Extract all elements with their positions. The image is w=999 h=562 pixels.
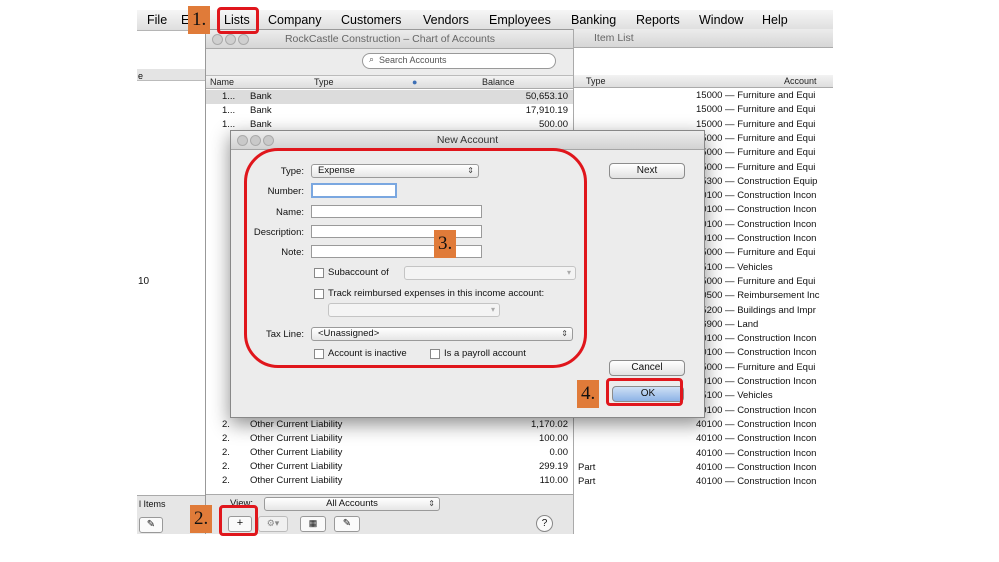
item-account: 16900 — Land [696, 318, 759, 330]
view-select[interactable]: All Accounts ⇕ [264, 497, 440, 511]
item-account: 15000 — Furniture and Equi [696, 147, 816, 159]
edit-account-button[interactable]: ✎ [334, 516, 360, 532]
coa-footer: View: All Accounts ⇕ + ⚙▾ ▦ ✎ ? [206, 494, 574, 534]
table-row[interactable]: 2. Other Current Liability 0.00 [206, 446, 574, 460]
item-account: 40100 — Construction Incon [696, 204, 817, 216]
step-4-badge: 4. [577, 380, 600, 408]
item-account: 15000 — Furniture and Equi [696, 104, 816, 116]
item-account: 40100 — Construction Incon [696, 233, 817, 244]
step-3-badge: 3. [434, 230, 457, 258]
item-account: 40100 — Construction Incon [696, 433, 817, 445]
item-account: 40100 — Construction Incon [696, 347, 817, 359]
question-icon: ? [541, 518, 548, 529]
step-1-badge: 1. [188, 6, 211, 34]
cancel-button[interactable]: Cancel [609, 360, 685, 376]
item-account: 40100 — Construction Incon [696, 418, 817, 430]
item-account: 15000 — Furniture and Equi [696, 361, 816, 373]
menu-vendors[interactable]: Vendors [423, 13, 469, 27]
menu-banking[interactable]: Banking [571, 13, 616, 27]
item-account: 15200 — Buildings and Impr [696, 304, 816, 316]
item-account: 40100 — Construction Incon [696, 218, 817, 230]
table-row[interactable]: 2. Other Current Liability 299.19 [206, 460, 574, 474]
left-panel-header [137, 69, 205, 81]
help-button[interactable]: ? [536, 515, 553, 532]
dialog-title: New Account [436, 134, 499, 146]
item-account: 15000 — Furniture and Equi [696, 118, 816, 130]
item-account: 40100 — Construction Incon [696, 376, 817, 387]
list-item[interactable]: Part 40100 — Construction Incon [574, 475, 833, 489]
step-2-badge: 2. [190, 505, 213, 533]
coa-column-header: Name Type ● Balance [206, 76, 574, 89]
item-list-title: Item List [594, 32, 634, 44]
item-account: 15000 — Furniture and Equi [696, 90, 816, 101]
item-account: 40100 — Construction Incon [696, 190, 817, 202]
coa-window-title: RockCastle Construction – Chart of Accou… [284, 33, 496, 45]
menu-customers[interactable]: Customers [341, 13, 401, 27]
lists-highlight [217, 7, 259, 34]
menu-help[interactable]: Help [762, 13, 788, 27]
item-account: 15300 — Construction Equip [696, 175, 818, 187]
menu-window[interactable]: Window [699, 13, 743, 27]
info-icon: ● [412, 77, 418, 87]
table-row[interactable]: 2. Other Current Liability 1,170.02 [206, 418, 574, 432]
item-account: 40100 — Construction Incon [696, 404, 817, 416]
table-row[interactable]: 2. Other Current Liability 110.00 [206, 474, 574, 488]
item-account: 15100 — Vehicles [696, 390, 773, 402]
pencil-icon: ✎ [146, 519, 156, 530]
left-panel-text: 10 [138, 276, 150, 287]
item-type: Part [578, 476, 596, 488]
column-header-balance[interactable]: Balance [482, 77, 515, 87]
columns-button[interactable]: ▦ [300, 516, 326, 532]
items-count-label: l Items [139, 499, 166, 509]
item-account: 40100 — Construction Incon [696, 447, 817, 459]
add-button-highlight [219, 505, 258, 536]
menu-company[interactable]: Company [268, 13, 322, 27]
left-panel-text: e [138, 71, 144, 81]
item-type: Part [578, 461, 596, 473]
search-accounts-input[interactable]: ⌕ Search Accounts [362, 53, 556, 69]
table-row[interactable]: 2. Other Current Liability 100.00 [206, 432, 574, 446]
column-header-name[interactable]: Name [210, 77, 234, 87]
gear-icon: ⚙▾ [266, 518, 280, 528]
item-list-titlebar: Item List [574, 29, 833, 48]
item-account: 40500 — Reimbursement Inc [696, 290, 820, 302]
next-button[interactable]: Next [609, 163, 685, 179]
column-header-type[interactable]: Type [314, 77, 334, 87]
item-account: 15100 — Vehicles [696, 261, 773, 273]
column-header-type[interactable]: Type [586, 76, 606, 86]
item-account: 15000 — Furniture and Equi [696, 247, 816, 259]
coa-toolbar: ⌕ Search Accounts [206, 49, 574, 76]
list-item[interactable]: 15000 — Furniture and Equi [574, 89, 833, 103]
table-row[interactable]: 1... Bank 17,910.19 [206, 104, 574, 118]
table-row[interactable]: 1... Bank 50,653.10 [206, 90, 574, 104]
item-account: 15000 — Furniture and Equi [696, 132, 816, 144]
coa-titlebar: RockCastle Construction – Chart of Accou… [206, 30, 574, 49]
list-item[interactable]: 40100 — Construction Incon [574, 447, 833, 461]
column-header-account[interactable]: Account [784, 76, 817, 86]
item-account: 40100 — Construction Incon [696, 333, 817, 345]
form-fields-highlight [244, 148, 587, 368]
chevron-updown-icon: ⇕ [428, 499, 435, 508]
search-icon: ⌕ [369, 54, 375, 64]
list-item[interactable]: 40100 — Construction Incon [574, 432, 833, 446]
list-item[interactable]: Part 40100 — Construction Incon [574, 461, 833, 475]
ok-button-highlight [606, 378, 683, 406]
edit-pencil-button[interactable]: ✎ [139, 517, 163, 533]
list-item[interactable]: 15000 — Furniture and Equi [574, 103, 833, 117]
view-select-value: All Accounts [326, 498, 378, 509]
action-menu-button[interactable]: ⚙▾ [258, 516, 288, 532]
item-account: 40100 — Construction Incon [696, 476, 817, 488]
menu-employees[interactable]: Employees [489, 13, 551, 27]
item-account: 15000 — Furniture and Equi [696, 161, 816, 173]
item-list-column-header: Type Account [574, 75, 833, 88]
menu-file[interactable]: File [147, 13, 167, 27]
pencil-icon: ✎ [342, 518, 352, 529]
item-account: 15000 — Furniture and Equi [696, 275, 816, 287]
list-item[interactable]: 40100 — Construction Incon [574, 418, 833, 432]
search-placeholder: Search Accounts [379, 55, 447, 65]
grid-icon: ▦ [308, 518, 318, 528]
item-account: 40100 — Construction Incon [696, 461, 817, 473]
menu-reports[interactable]: Reports [636, 13, 680, 27]
left-panel: e 10 l Items ✎ [137, 31, 206, 534]
